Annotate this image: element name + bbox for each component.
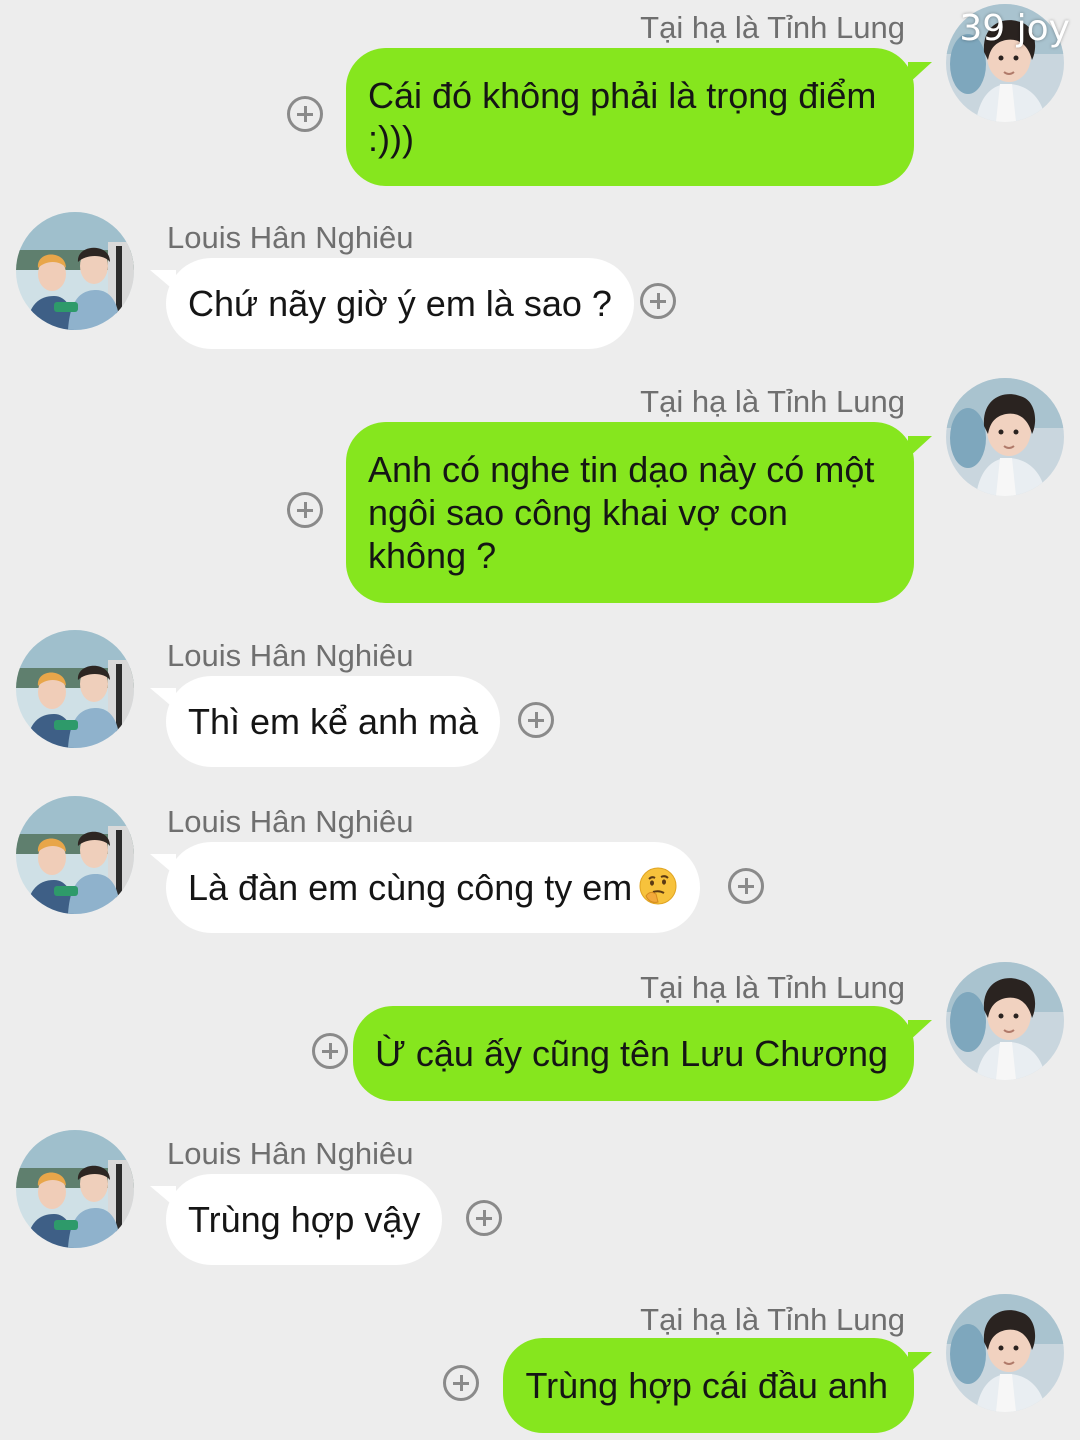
plus-circle-icon[interactable] [518, 702, 554, 738]
plus-circle-icon[interactable] [728, 868, 764, 904]
plus-circle-icon[interactable] [640, 283, 676, 319]
profile-photo [946, 1294, 1064, 1412]
message-text: Anh có nghe tin dạo này có một ngôi sao … [368, 449, 875, 576]
plus-circle-icon[interactable] [443, 1365, 479, 1401]
sender-name: Tại hạ là Tỉnh Lung [640, 10, 905, 45]
sender-name: Louis Hân Nghiêu [167, 638, 414, 673]
message-text: Chứ nãy giờ ý em là sao ? [188, 283, 612, 324]
message-text: Thì em kể anh mà [188, 701, 479, 742]
message-bubble[interactable]: Thì em kể anh mà [166, 676, 501, 767]
message-bubble[interactable]: Trùng hợp cái đầu anh [503, 1338, 914, 1433]
plus-circle-icon[interactable] [312, 1033, 348, 1069]
message-bubble[interactable]: Anh có nghe tin dạo này có một ngôi sao … [346, 422, 914, 603]
avatar[interactable] [946, 962, 1064, 1080]
message-text: Là đàn em cùng công ty em [188, 867, 633, 908]
sender-name: Louis Hân Nghiêu [167, 220, 414, 255]
profile-photo [946, 962, 1064, 1080]
message-bubble[interactable]: Trùng hợp vậy [166, 1174, 443, 1265]
profile-photo [16, 1130, 134, 1248]
message-bubble[interactable]: Là đàn em cùng công ty em [166, 842, 701, 933]
plus-circle-icon[interactable] [287, 492, 323, 528]
sender-name: Tại hạ là Tỉnh Lung [640, 970, 905, 1005]
profile-photo [16, 630, 134, 748]
profile-photo [16, 212, 134, 330]
avatar[interactable] [16, 796, 134, 914]
message-text: Trùng hợp vậy [188, 1199, 421, 1240]
avatar[interactable] [946, 1294, 1064, 1412]
profile-photo [946, 378, 1064, 496]
profile-photo [16, 796, 134, 914]
plus-circle-icon[interactable] [287, 96, 323, 132]
message-text: Trùng hợp cái đầu anh [525, 1365, 888, 1406]
sender-name: Tại hạ là Tỉnh Lung [640, 1302, 905, 1337]
sender-name: Tại hạ là Tỉnh Lung [640, 384, 905, 419]
sender-name: Louis Hân Nghiêu [167, 1136, 414, 1171]
avatar[interactable] [16, 212, 134, 330]
message-bubble[interactable]: Ừ cậu ấy cũng tên Lưu Chương [353, 1006, 914, 1101]
plus-circle-icon[interactable] [466, 1200, 502, 1236]
message-text: Ừ cậu ấy cũng tên Lưu Chương [375, 1033, 888, 1074]
avatar[interactable] [16, 630, 134, 748]
message-text: Cái đó không phải là trọng điểm :))) [368, 75, 877, 159]
message-bubble[interactable]: Chứ nãy giờ ý em là sao ? [166, 258, 634, 349]
thinking-face-icon [639, 867, 677, 905]
avatar[interactable] [16, 1130, 134, 1248]
watermark: 39 joy [959, 8, 1070, 49]
sender-name: Louis Hân Nghiêu [167, 804, 414, 839]
message-bubble[interactable]: Cái đó không phải là trọng điểm :))) [346, 48, 914, 186]
avatar[interactable] [946, 378, 1064, 496]
